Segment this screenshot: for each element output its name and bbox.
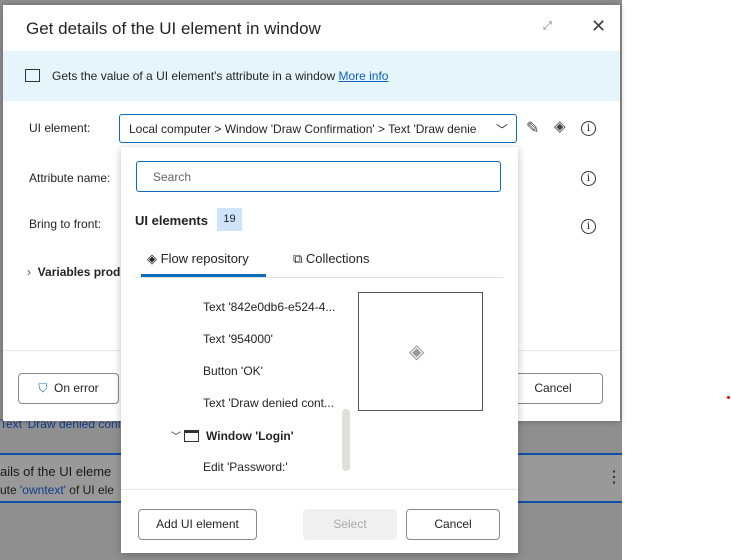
- layers-icon[interactable]: ◈: [554, 117, 566, 135]
- step-desc-prefix: ute: [0, 483, 21, 497]
- expand-icon[interactable]: ⤢: [543, 20, 552, 33]
- variables-produced-toggle[interactable]: › Variables prod: [27, 265, 120, 279]
- layers-icon: ◈: [409, 341, 425, 363]
- red-dot: [727, 396, 730, 399]
- window-icon: [184, 430, 200, 442]
- list-item[interactable]: Text '954000': [203, 332, 273, 346]
- select-button[interactable]: Select: [303, 509, 397, 540]
- close-icon[interactable]: ✕: [591, 16, 606, 37]
- window-label: Window 'Login': [206, 429, 294, 443]
- tab-flow-repository[interactable]: ◈ Flow repository: [147, 251, 249, 267]
- preview-pane: ◈: [358, 292, 483, 411]
- ui-element-picker: Search UI elements 19 ◈ Flow repository …: [121, 147, 518, 553]
- dialog-title: Get details of the UI element in window: [26, 19, 321, 38]
- ui-element-value: Local computer > Window 'Draw Confirmati…: [129, 122, 477, 136]
- banner-text: Gets the value of a UI element's attribu…: [52, 69, 339, 83]
- tab-label: Collections: [305, 251, 370, 266]
- tab-label: Flow repository: [160, 251, 249, 266]
- step-desc-attr: 'owntext': [20, 483, 66, 497]
- bring-to-front-label: Bring to front:: [29, 217, 102, 231]
- layers-icon: ◈: [147, 251, 157, 266]
- chevron-down-icon: ﹀: [495, 123, 508, 137]
- variables-produced-label: Variables prod: [37, 265, 121, 279]
- ui-elements-heading: UI elements: [135, 213, 208, 228]
- chevron-right-icon: ›: [27, 265, 38, 279]
- edit-pencil-icon[interactable]: ✎: [526, 118, 539, 138]
- tab-collections[interactable]: ⧉ Collections: [293, 251, 370, 267]
- scrollbar[interactable]: [342, 409, 350, 471]
- step-desc-suffix: of UI ele: [65, 483, 114, 497]
- list-item-window[interactable]: ﹀ Window 'Login': [171, 428, 294, 443]
- more-options-icon[interactable]: ⋮: [606, 467, 622, 487]
- step-desc: ute 'owntext' of UI ele: [0, 483, 125, 497]
- count-badge: 19: [217, 208, 242, 231]
- step-title: ails of the UI eleme: [0, 464, 112, 479]
- attribute-name-label: Attribute name:: [29, 171, 111, 185]
- search-input[interactable]: Search: [136, 161, 501, 192]
- description-icon: [25, 69, 40, 82]
- ui-element-combobox[interactable]: Local computer > Window 'Draw Confirmati…: [119, 114, 517, 143]
- info-banner: Gets the value of a UI element's attribu…: [3, 51, 620, 101]
- picker-footer: Add UI element Select Cancel: [121, 489, 518, 540]
- on-error-label: On error: [54, 381, 99, 395]
- on-error-button[interactable]: ⛉ On error: [18, 373, 119, 404]
- cancel-button[interactable]: Cancel: [503, 373, 603, 404]
- tab-divider: [135, 277, 503, 278]
- info-icon[interactable]: i: [581, 121, 596, 136]
- info-icon[interactable]: i: [581, 171, 596, 186]
- add-ui-element-button[interactable]: Add UI element: [138, 509, 257, 540]
- list-item[interactable]: Text 'Draw denied cont...: [203, 396, 334, 410]
- list-item[interactable]: Edit 'Password:': [203, 460, 288, 474]
- shield-icon: ⛉: [38, 381, 48, 395]
- more-info-link[interactable]: More info: [338, 69, 388, 83]
- list-item[interactable]: Text '842e0db6-e524-4...: [203, 300, 335, 314]
- collections-icon: ⧉: [293, 251, 303, 266]
- ui-element-label: UI element:: [29, 121, 91, 135]
- picker-cancel-button[interactable]: Cancel: [406, 509, 500, 540]
- chevron-down-icon: ﹀: [171, 432, 181, 443]
- list-item[interactable]: Button 'OK': [203, 364, 263, 378]
- info-icon[interactable]: i: [581, 219, 596, 234]
